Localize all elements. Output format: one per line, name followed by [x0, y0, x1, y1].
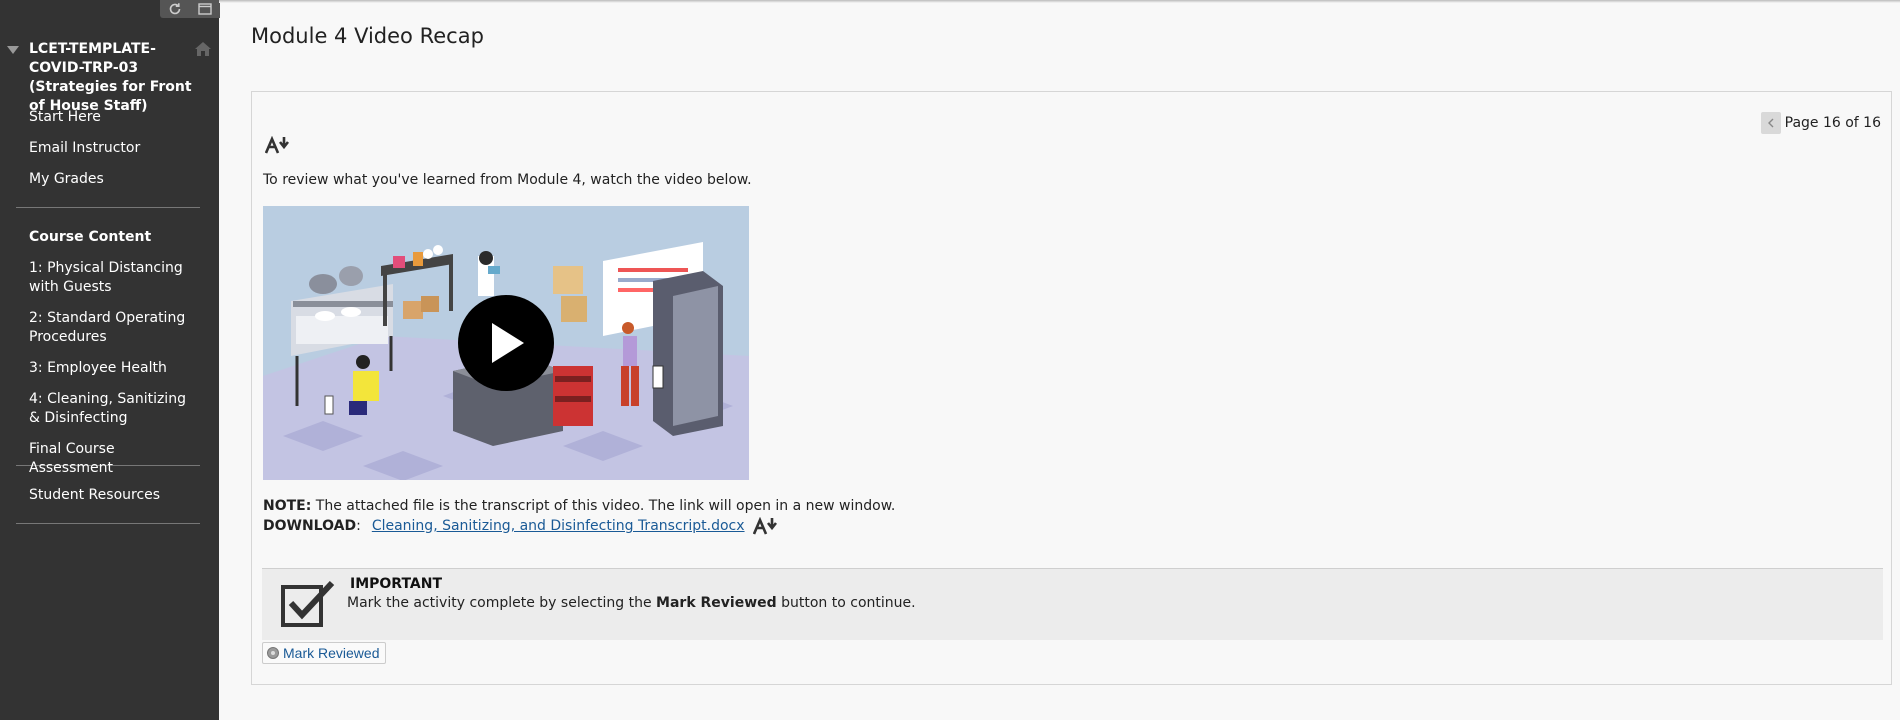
home-icon[interactable] — [194, 41, 212, 59]
note-body: The attached file is the transcript of t… — [311, 498, 896, 514]
play-button[interactable] — [458, 295, 554, 391]
note-text: NOTE: The attached file is the transcrip… — [263, 498, 895, 514]
menu-item-email-instructor[interactable]: Email Instructor — [0, 139, 219, 170]
read-aloud-icon[interactable] — [752, 517, 779, 535]
content-panel: Page 16 of 16 To review what you've lear… — [251, 91, 1892, 685]
course-sidebar: LCET-TEMPLATE-COVID-TRP-03 (Strategies f… — [0, 0, 220, 720]
intro-text: To review what you've learned from Modul… — [263, 172, 752, 188]
important-title: IMPORTANT — [350, 576, 443, 592]
course-title[interactable]: LCET-TEMPLATE-COVID-TRP-03 (Strategies f… — [29, 40, 194, 116]
window-icon[interactable] — [190, 0, 220, 18]
page-title: Module 4 Video Recap — [251, 24, 484, 48]
menu-item-student-resources[interactable]: Student Resources — [0, 486, 219, 523]
main-content: Module 4 Video Recap Page 16 of 16 To re… — [219, 0, 1900, 720]
download-row: DOWNLOAD: Cleaning, Sanitizing, and Disi… — [263, 517, 779, 535]
page-indicator: Page 16 of 16 — [1784, 115, 1881, 131]
note-label: NOTE: — [263, 498, 312, 514]
menu-item-module-2[interactable]: 2: Standard Operating Procedures — [0, 309, 219, 359]
mark-reviewed-button[interactable]: Mark Reviewed — [262, 642, 387, 664]
menu-item-my-grades[interactable]: My Grades — [0, 170, 219, 201]
video-player[interactable] — [263, 206, 749, 480]
menu-item-module-4[interactable]: 4: Cleaning, Sanitizing & Disinfecting — [0, 390, 219, 440]
review-status-icon — [267, 647, 279, 659]
read-aloud-icon[interactable] — [264, 135, 291, 158]
menu-item-module-1[interactable]: 1: Physical Distancing with Guests — [0, 259, 219, 309]
pager: Page 16 of 16 — [1760, 112, 1881, 134]
sidebar-tools — [160, 0, 220, 18]
mark-reviewed-emphasis: Mark Reviewed — [656, 595, 777, 611]
menu-heading-course-content[interactable]: Course Content — [0, 228, 219, 259]
menu-item-module-3[interactable]: 3: Employee Health — [0, 359, 219, 390]
previous-page-button[interactable] — [1760, 112, 1781, 134]
important-callout: IMPORTANT Mark the activity complete by … — [262, 568, 1883, 640]
play-icon — [492, 323, 524, 363]
refresh-icon[interactable] — [160, 0, 190, 18]
transcript-download-link[interactable]: Cleaning, Sanitizing, and Disinfecting T… — [372, 518, 745, 534]
important-text: Mark the activity complete by selecting … — [347, 595, 916, 611]
chevron-left-icon — [1767, 118, 1774, 128]
download-colon: : — [356, 518, 361, 534]
mark-reviewed-label: Mark Reviewed — [283, 645, 380, 661]
menu-divider — [16, 523, 200, 524]
menu-item-final-assessment[interactable]: Final Course Assessment — [0, 440, 219, 476]
checkbox-check-icon — [280, 579, 336, 633]
download-label: DOWNLOAD — [263, 518, 357, 534]
course-menu: Start Here Email Instructor My Grades Co… — [0, 108, 219, 524]
collapse-caret-icon[interactable] — [7, 46, 19, 54]
menu-item-start-here[interactable]: Start Here — [0, 108, 219, 139]
